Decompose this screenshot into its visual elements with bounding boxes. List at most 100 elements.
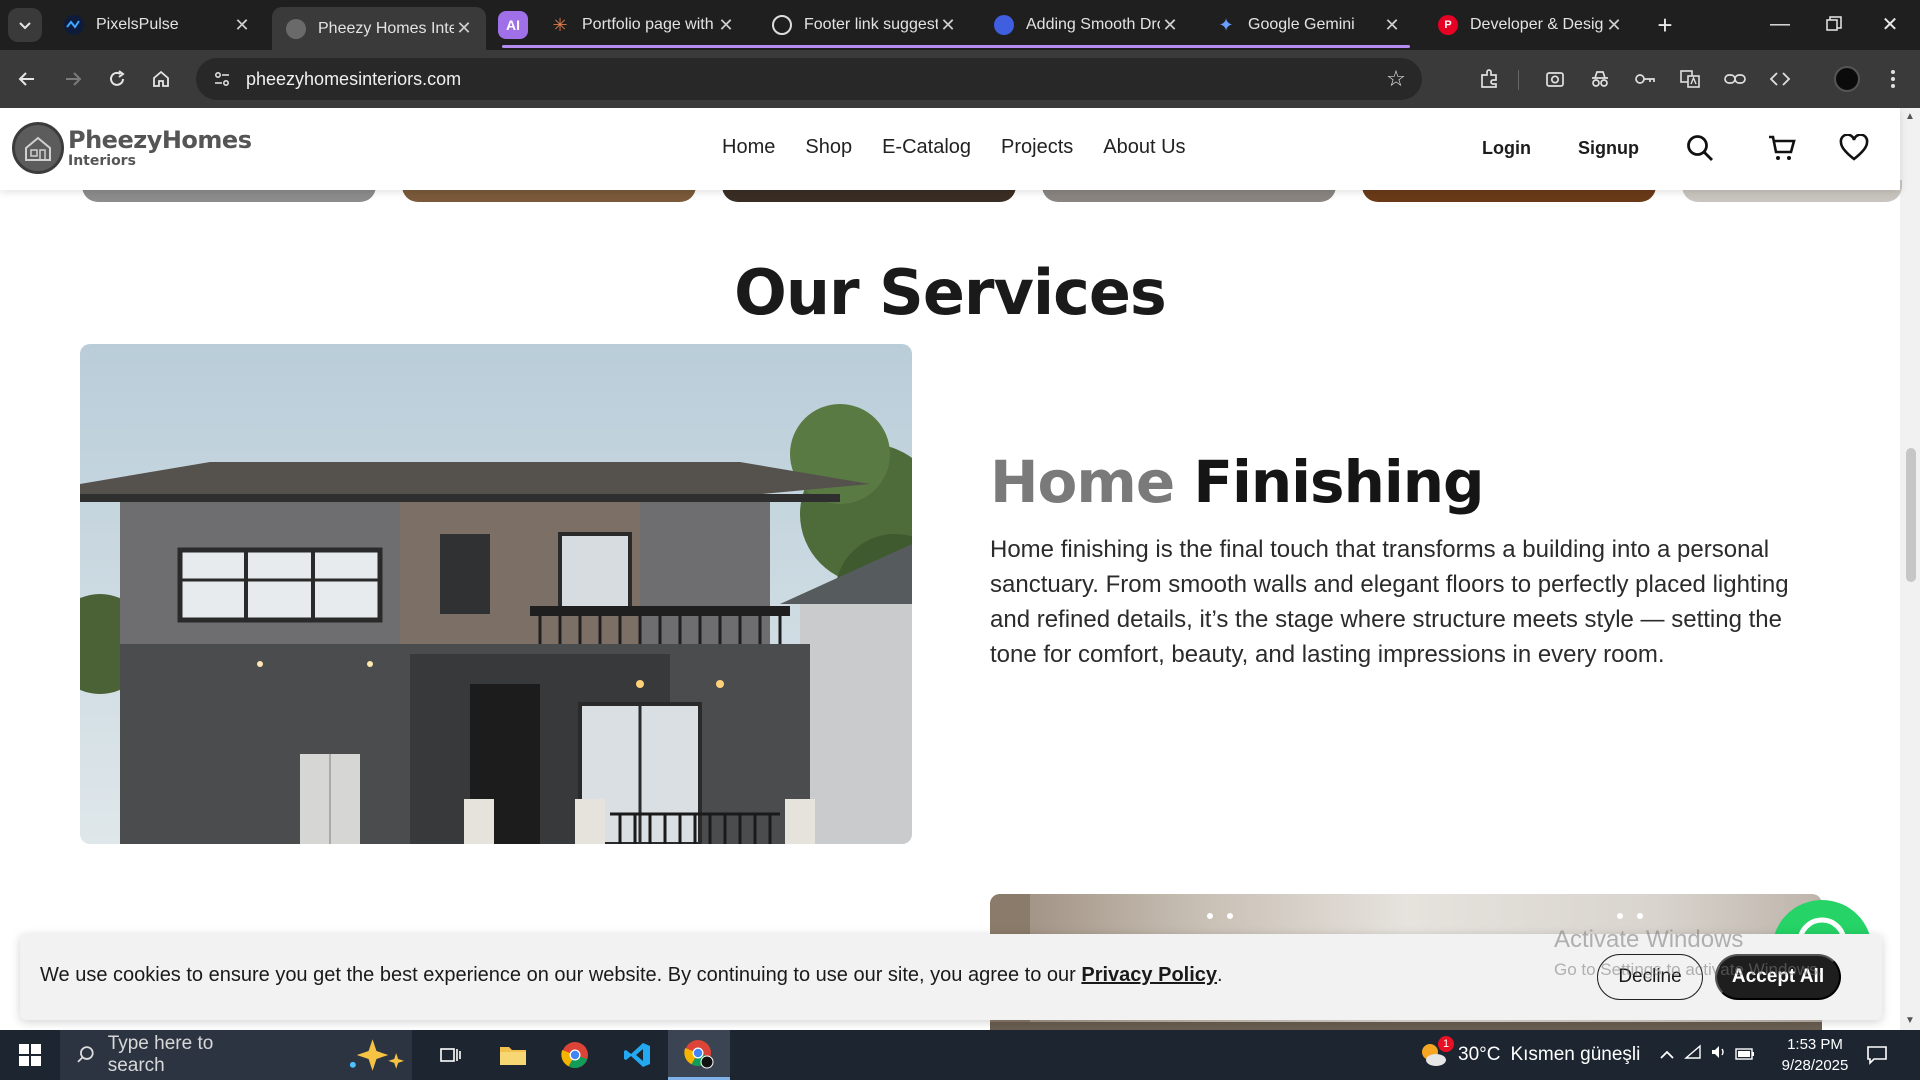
taskbar-clock[interactable]: 1:53 PM 9/28/2025 [1770, 1034, 1860, 1076]
site-logo[interactable]: PheezyHomes Interiors [12, 122, 252, 174]
close-tab-icon[interactable]: ✕ [1160, 15, 1180, 36]
cookie-message: We use cookies to ensure you get the bes… [40, 964, 1223, 987]
home-button[interactable] [144, 62, 178, 96]
weather-widget[interactable]: 1 30°C Kısmen güneşli [1418, 1030, 1640, 1080]
devtools-code-icon[interactable] [1765, 64, 1795, 94]
search-icon[interactable] [1682, 130, 1718, 166]
address-bar[interactable]: pheezyhomesinteriors.com ☆ [196, 58, 1422, 100]
restore-icon [1826, 16, 1842, 31]
back-button[interactable] [10, 62, 44, 96]
vscode-taskbar-button[interactable] [606, 1030, 668, 1080]
extensions-icon[interactable] [1474, 64, 1504, 94]
task-view-button[interactable] [420, 1030, 482, 1080]
claude-favicon-icon: ✳ [552, 14, 568, 35]
signup-link[interactable]: Signup [1578, 138, 1639, 159]
chrome-taskbar-button[interactable] [544, 1030, 606, 1080]
cookie-text-end: . [1217, 964, 1223, 986]
nav-shop[interactable]: Shop [805, 136, 852, 159]
clock-date: 9/28/2025 [1781, 1057, 1849, 1074]
notification-center-icon[interactable] [1862, 1040, 1892, 1070]
link-icon[interactable] [1720, 64, 1750, 94]
nav-projects[interactable]: Projects [1001, 136, 1073, 159]
battery-icon[interactable] [1732, 1044, 1758, 1066]
close-tab-icon[interactable]: ✕ [232, 15, 252, 36]
pinterest-favicon-icon: P [1438, 15, 1458, 35]
password-key-icon[interactable] [1630, 64, 1660, 94]
cart-icon[interactable] [1764, 130, 1800, 166]
ai-tab-group-chip[interactable]: AI [498, 11, 528, 39]
incognito-extension-icon[interactable] [1585, 64, 1615, 94]
decline-button[interactable]: Decline [1597, 954, 1703, 1000]
browser-menu-icon[interactable] [1878, 64, 1908, 94]
volume-icon[interactable] [1706, 1044, 1732, 1066]
nav-home[interactable]: Home [722, 136, 775, 159]
url-text[interactable]: pheezyhomesinteriors.com [246, 69, 1376, 90]
arrow-right-icon [66, 72, 82, 86]
accept-all-button[interactable]: Accept All [1715, 954, 1841, 1000]
close-window-button[interactable]: ✕ [1862, 0, 1918, 48]
weather-temperature: 30°C [1458, 1044, 1501, 1065]
weather-icon: 1 [1418, 1036, 1454, 1070]
profile-avatar[interactable] [1834, 66, 1860, 92]
tab-google-gemini[interactable]: ✦ Google Gemini ✕ [1202, 7, 1414, 43]
close-tab-icon[interactable]: ✕ [1382, 15, 1402, 36]
tab-footer-link[interactable]: Footer link suggesti ✕ [758, 7, 970, 43]
site-info-icon[interactable] [202, 58, 242, 100]
tab-pheezy-homes[interactable]: Pheezy Homes Inter ✕ [272, 7, 486, 50]
tab-developer-design[interactable]: P Developer & Design ✕ [1424, 7, 1636, 43]
chrome-profile-icon [684, 1039, 714, 1068]
privacy-policy-link[interactable]: Privacy Policy [1081, 964, 1217, 986]
tab-portfolio-page[interactable]: ✳ Portfolio page with ✕ [536, 7, 748, 43]
reload-button[interactable] [100, 62, 134, 96]
tab-title: Google Gemini [1248, 16, 1355, 33]
clock-time: 1:53 PM [1787, 1036, 1843, 1053]
restore-button[interactable] [1806, 0, 1862, 48]
show-hidden-icons-chevron-icon[interactable] [1654, 1044, 1680, 1066]
house-logo-icon [12, 122, 64, 174]
taskbar-search-box[interactable]: Type here to search [60, 1030, 412, 1080]
forward-button[interactable] [56, 62, 90, 96]
new-tab-button[interactable]: + [1650, 10, 1680, 40]
tab-title: PixelsPulse [96, 16, 179, 33]
tab-adding-smooth[interactable]: Adding Smooth Dro ✕ [980, 7, 1192, 43]
network-icon[interactable] [1680, 1044, 1706, 1066]
nav-about-us[interactable]: About Us [1103, 136, 1185, 159]
close-tab-icon[interactable]: ✕ [454, 18, 474, 39]
scroll-up-arrow-icon[interactable]: ▲ [1905, 112, 1915, 122]
service-title: Home Finishing [990, 448, 1485, 516]
windows-taskbar: Type here to search 1 30°C Kısmen güneşl… [0, 1030, 1920, 1080]
nav-e-catalog[interactable]: E-Catalog [882, 136, 971, 159]
logo-sub-text: Interiors [68, 153, 136, 169]
task-view-icon [440, 1048, 461, 1062]
site-header: PheezyHomes Interiors Home Shop E-Catalo… [0, 108, 1900, 190]
file-explorer-button[interactable] [482, 1030, 544, 1080]
home-finishing-image [80, 344, 912, 844]
page-scrollbar[interactable]: ▲ ▼ [1900, 108, 1920, 1030]
tab-title: Footer link suggesti [804, 16, 938, 33]
search-icon [77, 1046, 94, 1063]
chatgpt-favicon-icon [772, 15, 792, 35]
taskbar-search-placeholder[interactable]: Type here to search [108, 1033, 273, 1077]
heart-icon[interactable] [1836, 130, 1872, 166]
vscode-icon [624, 1043, 650, 1067]
login-link[interactable]: Login [1482, 138, 1531, 159]
chrome-active-taskbar-button[interactable] [668, 1030, 730, 1080]
close-tab-icon[interactable]: ✕ [938, 15, 958, 36]
scrollbar-thumb[interactable] [1906, 448, 1916, 582]
copilot-favicon-icon [994, 15, 1014, 35]
tab-pixelspulse[interactable]: PixelsPulse ✕ [50, 7, 264, 43]
cookie-banner: We use cookies to ensure you get the bes… [20, 934, 1882, 1020]
screenshot-icon[interactable] [1540, 64, 1570, 94]
scroll-down-arrow-icon[interactable]: ▼ [1905, 1016, 1915, 1026]
close-tab-icon[interactable]: ✕ [1604, 15, 1624, 36]
bookmark-star-icon[interactable]: ☆ [1376, 66, 1416, 92]
pheezy-favicon-icon [286, 18, 306, 39]
tab-search-button[interactable] [8, 8, 42, 42]
arrow-left-icon [18, 72, 34, 86]
close-tab-icon[interactable]: ✕ [716, 15, 736, 36]
tab-title: Adding Smooth Dro [1026, 16, 1160, 33]
reload-icon [110, 70, 125, 86]
translate-icon[interactable] [1675, 64, 1705, 94]
start-button[interactable] [0, 1030, 60, 1080]
minimize-button[interactable]: — [1752, 0, 1808, 48]
